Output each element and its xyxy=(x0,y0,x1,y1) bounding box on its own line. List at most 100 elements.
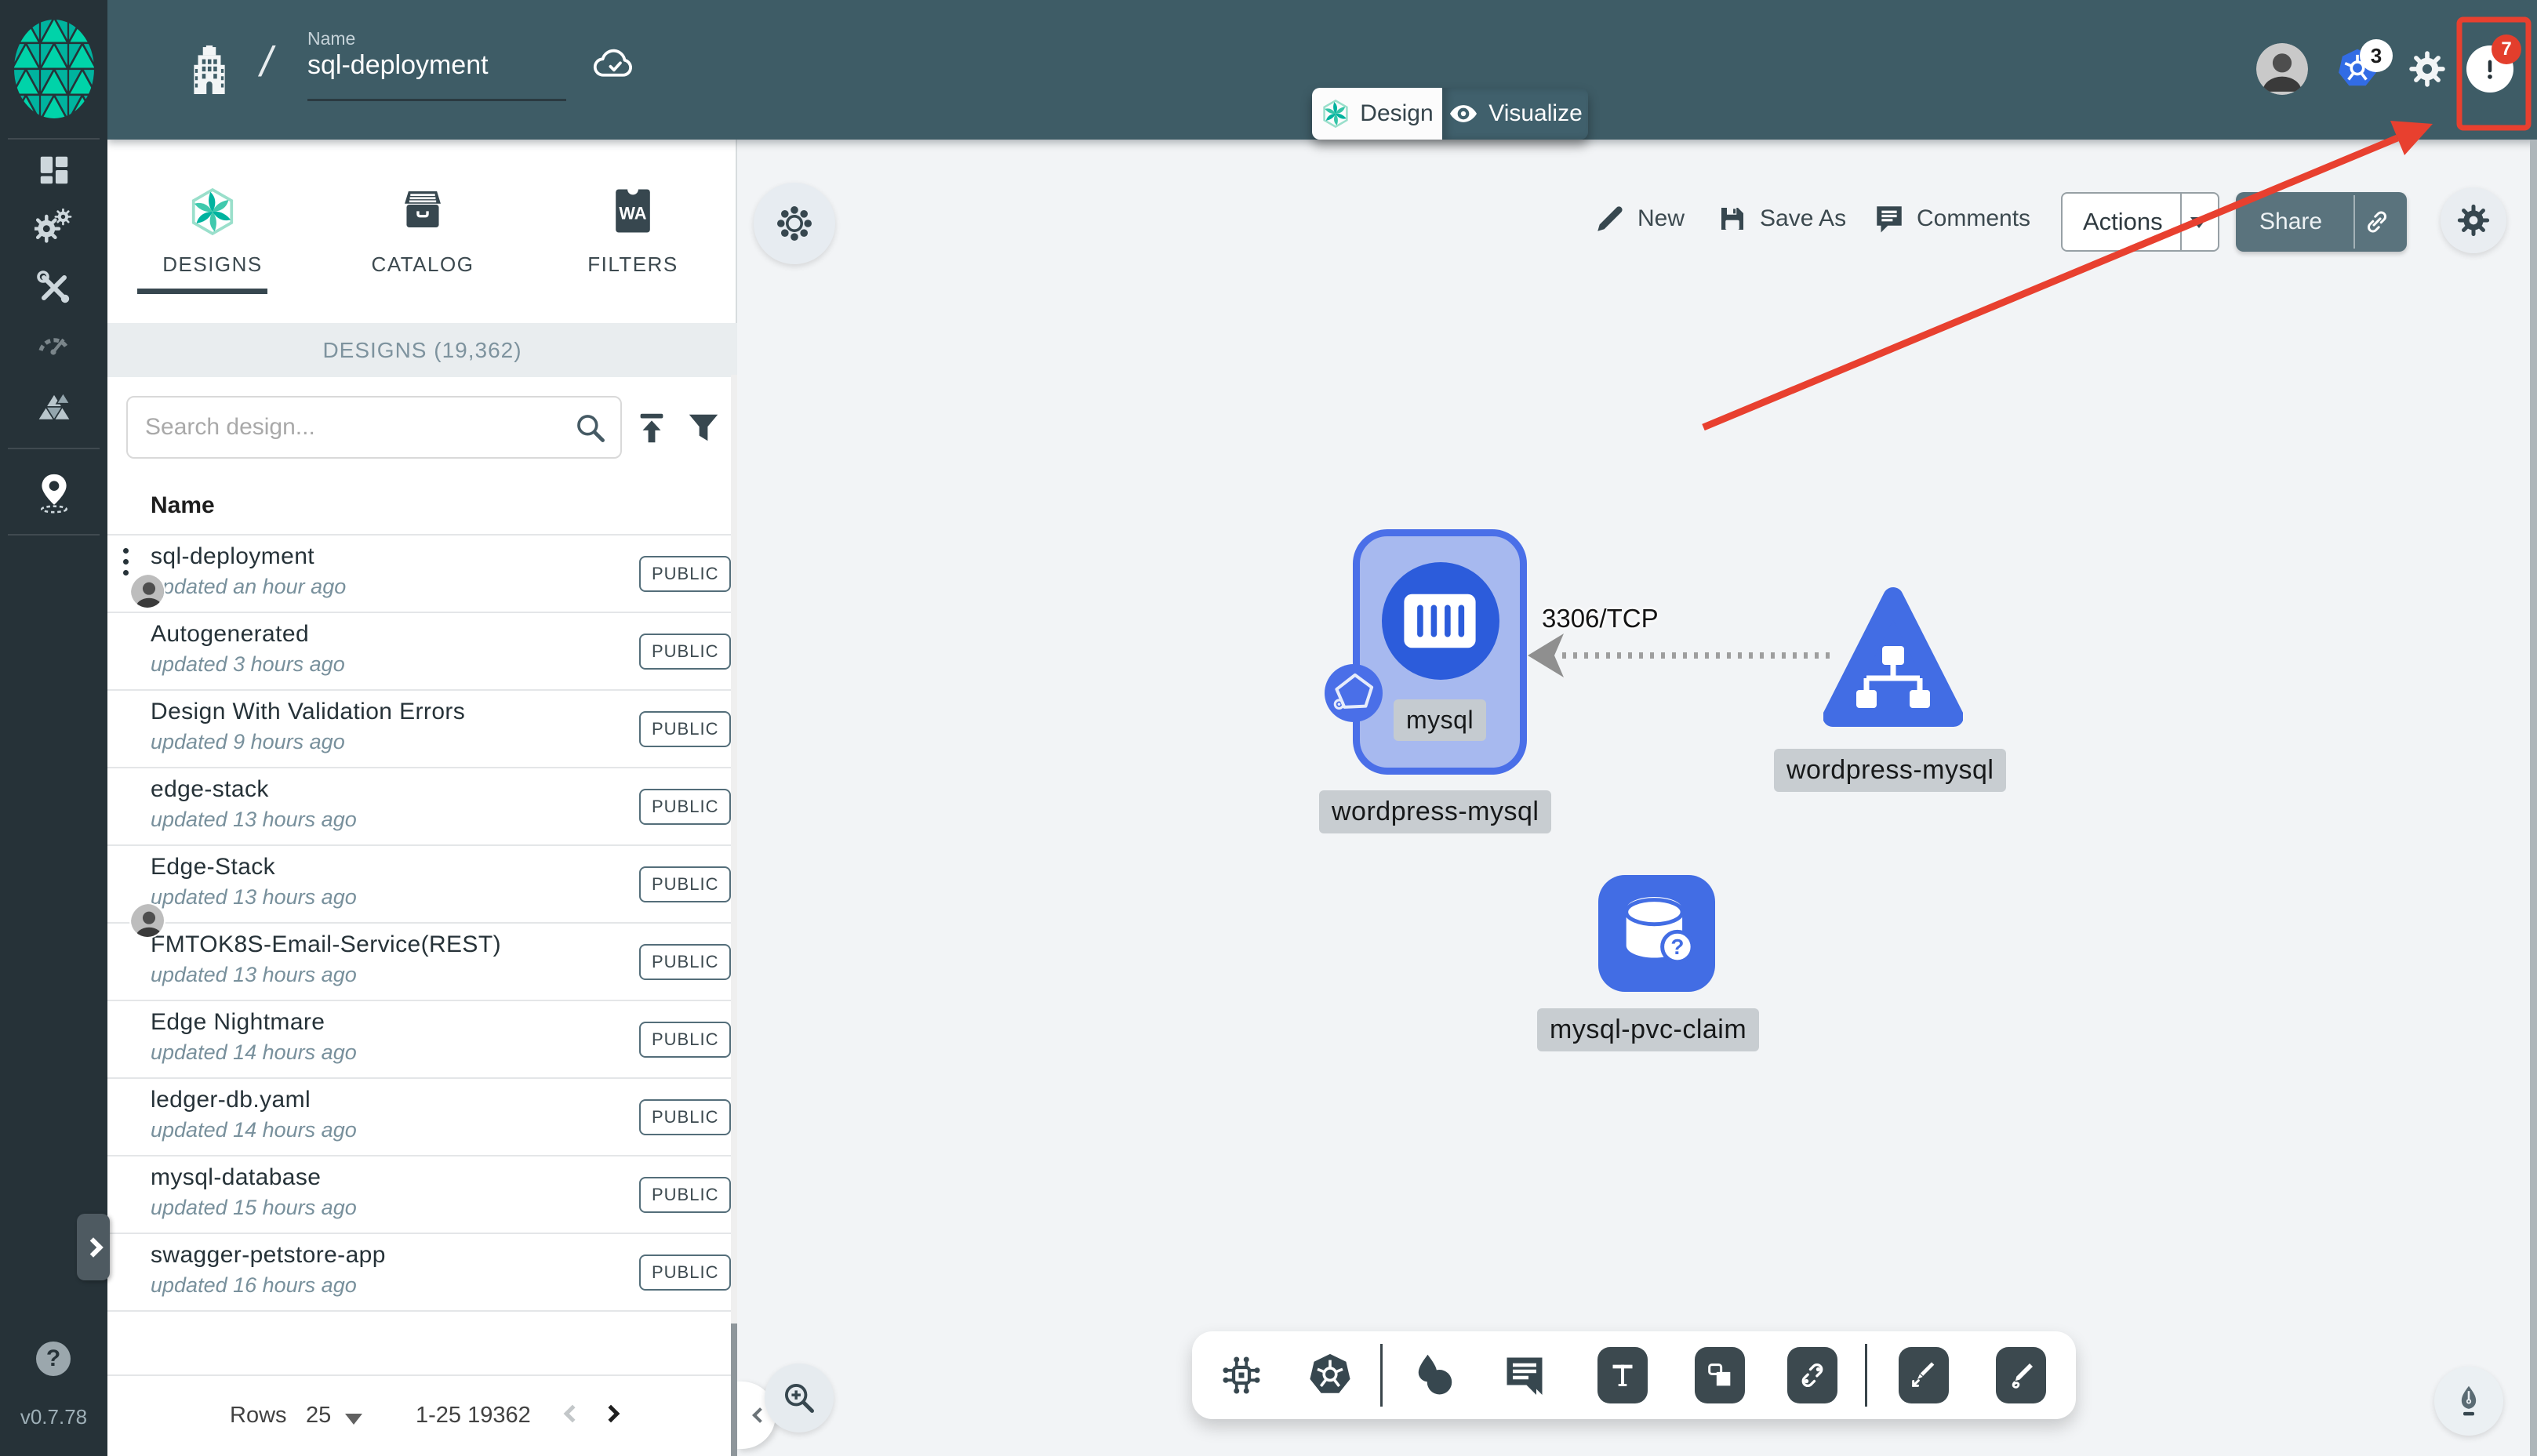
design-canvas[interactable]: New Save As Comments Actions Share 3306/… xyxy=(737,140,2537,1456)
catalog-icon xyxy=(318,187,528,232)
sidebar-item-performance[interactable] xyxy=(0,315,107,373)
panel-scrollbar-thumb[interactable] xyxy=(731,1323,737,1456)
freehand-draw-tool[interactable] xyxy=(1996,1347,2046,1403)
previous-page-button[interactable] xyxy=(563,1404,582,1423)
rectangle-tool[interactable] xyxy=(1695,1347,1745,1403)
visibility-badge: PUBLIC xyxy=(639,866,732,902)
settings-button[interactable] xyxy=(2407,49,2448,89)
row-menu-icon[interactable] xyxy=(123,548,129,576)
design-name-input[interactable] xyxy=(307,50,566,81)
shapes-icon xyxy=(1418,1354,1452,1395)
panel-tab-catalog-label: CATALOG xyxy=(371,252,474,276)
pod-badge[interactable] xyxy=(1325,664,1383,722)
filter-designs-button[interactable] xyxy=(685,410,721,446)
design-updated: updated 14 hours ago xyxy=(151,1040,357,1064)
rectangle-tool-icon xyxy=(1708,1363,1731,1386)
canvas-dock xyxy=(1192,1331,2076,1419)
chevron-left-icon xyxy=(751,1407,768,1423)
link-tool-icon xyxy=(1801,1363,1823,1387)
designs-panel: DESIGNS CATALOG WA FILTERS DESIGNS (19,3… xyxy=(107,140,737,1456)
panel-tab-catalog[interactable]: CATALOG xyxy=(318,155,528,312)
visibility-badge: PUBLIC xyxy=(639,1254,732,1291)
visibility-badge: PUBLIC xyxy=(639,1022,732,1058)
panel-scrollbar-track[interactable] xyxy=(731,375,737,1456)
avatar-photo xyxy=(2256,43,2308,95)
design-row[interactable]: FMTOK8S-Email-Service(REST) updated 13 h… xyxy=(107,924,732,1001)
design-updated: updated 3 hours ago xyxy=(151,652,345,676)
upload-icon xyxy=(640,413,663,443)
question-mark-icon: ? xyxy=(45,1345,61,1371)
search-icon[interactable] xyxy=(573,411,608,445)
kubernetes-components-tool[interactable] xyxy=(1305,1347,1355,1403)
visibility-badge: PUBLIC xyxy=(639,944,732,980)
visibility-badge: PUBLIC xyxy=(639,1177,732,1213)
panel-tab-designs-label: DESIGNS xyxy=(162,252,263,276)
pen-nib-icon xyxy=(2461,1385,2477,1416)
user-avatar[interactable] xyxy=(2256,43,2308,95)
upload-design-button[interactable] xyxy=(634,410,670,446)
comment-icon xyxy=(1507,1357,1543,1395)
sidebar-item-dashboard[interactable] xyxy=(0,141,107,199)
design-updated: updated 15 hours ago xyxy=(151,1196,357,1219)
sidebar-divider xyxy=(8,534,100,536)
link-tool[interactable] xyxy=(1787,1347,1837,1403)
arrow-pen-icon xyxy=(1912,1362,1935,1387)
edge-layer xyxy=(1528,634,1834,677)
next-page-button[interactable] xyxy=(602,1404,620,1423)
arrow-pen-tool[interactable] xyxy=(1899,1347,1949,1403)
comment-tool[interactable] xyxy=(1499,1347,1550,1403)
design-row[interactable]: ledger-db.yaml updated 14 hours ago PUBL… xyxy=(107,1079,732,1156)
section-title: DESIGNS (19,362) xyxy=(322,337,522,362)
design-row[interactable]: Design With Validation Errors updated 9 … xyxy=(107,691,732,768)
help-button[interactable]: ? xyxy=(36,1342,71,1376)
design-row[interactable]: sql-deployment updated an hour ago PUBLI… xyxy=(107,536,732,613)
node-mysql-pvc-claim[interactable]: ? xyxy=(1598,875,1715,992)
location-pin-icon xyxy=(40,474,67,514)
chevron-right-icon xyxy=(83,1236,104,1258)
design-name: edge-stack xyxy=(151,776,269,802)
design-row[interactable]: edge-stack updated 13 hours ago PUBLIC xyxy=(107,768,732,846)
node-mysql-sublabel: wordpress-mysql xyxy=(1319,790,1552,833)
owner-avatar xyxy=(129,573,165,609)
breadcrumb-separator: / xyxy=(260,38,273,85)
meshery-app: ? v0.7.78 / Name sql-deployment Design V… xyxy=(0,0,2537,1456)
rows-label: Rows xyxy=(230,1403,287,1428)
design-pen-button[interactable] xyxy=(2434,1367,2503,1436)
visibility-badge: PUBLIC xyxy=(639,711,732,747)
sidebar-expand-button[interactable] xyxy=(77,1214,110,1280)
text-tool[interactable] xyxy=(1597,1347,1648,1403)
node-wordpress-service[interactable] xyxy=(1823,585,1963,732)
design-row[interactable]: mysql-database updated 15 hours ago PUBL… xyxy=(107,1156,732,1234)
organization-icon[interactable] xyxy=(190,45,229,94)
kubernetes-context-badge: 3 xyxy=(2360,39,2393,72)
owner-avatar xyxy=(129,902,165,939)
tab-design[interactable]: Design xyxy=(1312,88,1442,140)
sidebar-item-kanvas[interactable] xyxy=(0,464,107,522)
design-row[interactable]: Edge-Stack updated 13 hours ago PUBLIC xyxy=(107,846,732,939)
zoom-in-button[interactable] xyxy=(765,1363,834,1432)
funnel-icon xyxy=(689,414,718,441)
search-input[interactable] xyxy=(126,396,622,459)
sidebar-item-lifecycle[interactable] xyxy=(0,199,107,257)
panel-tab-filters[interactable]: WA FILTERS xyxy=(528,155,738,312)
component-shapes-tool[interactable] xyxy=(1216,1347,1267,1403)
text-tool-icon xyxy=(1612,1364,1633,1386)
design-row[interactable]: Autogenerated updated 3 hours ago PUBLIC xyxy=(107,613,732,691)
meshery-logo-icon[interactable] xyxy=(11,17,97,121)
visibility-badge: PUBLIC xyxy=(639,634,732,670)
kubernetes-icon xyxy=(1310,1353,1350,1393)
sidebar-item-extensions[interactable] xyxy=(0,379,107,438)
designs-swirl-icon xyxy=(107,187,318,237)
tab-visualize[interactable]: Visualize xyxy=(1442,88,1588,140)
design-row[interactable]: Edge Nightmare updated 14 hours ago PUBL… xyxy=(107,1001,732,1079)
design-row[interactable]: swagger-petstore-app updated 16 hours ag… xyxy=(107,1234,732,1312)
shapes-tool[interactable] xyxy=(1408,1347,1459,1403)
tools-icon xyxy=(36,271,69,303)
sidebar-item-configuration[interactable] xyxy=(0,259,107,317)
dashboard-icon xyxy=(40,156,67,184)
rows-per-page-select[interactable]: 25 xyxy=(306,1403,331,1429)
page-scrollbar[interactable] xyxy=(2530,140,2537,1456)
edge-port-label: 3306/TCP xyxy=(1542,604,1659,633)
design-swirl-icon xyxy=(1323,99,1348,129)
designs-list: sql-deployment updated an hour ago PUBLI… xyxy=(107,534,732,1312)
